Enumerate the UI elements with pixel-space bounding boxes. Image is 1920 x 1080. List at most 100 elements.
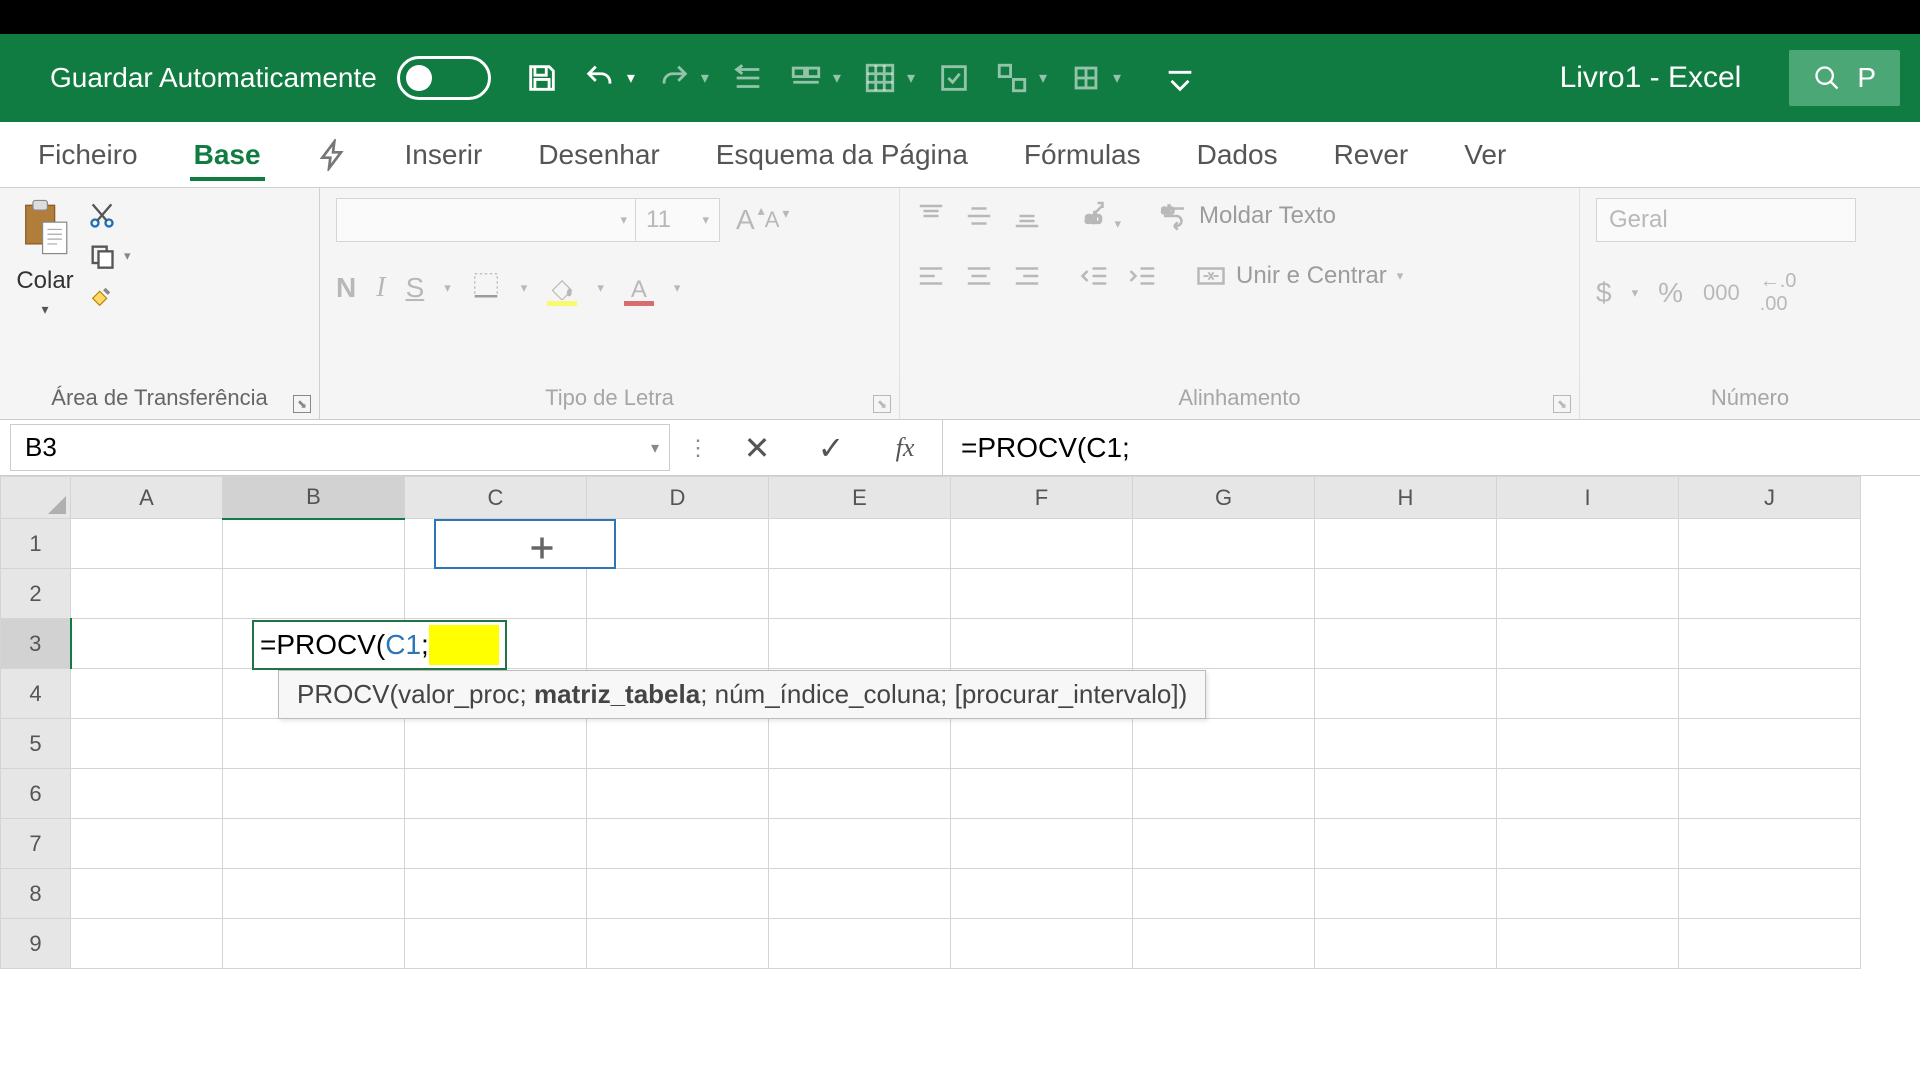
tab-data[interactable]: Dados bbox=[1169, 122, 1306, 187]
function-tooltip[interactable]: PROCV(valor_proc; matriz_tabela; núm_índ… bbox=[278, 670, 1206, 719]
select-all-corner[interactable] bbox=[1, 477, 71, 519]
enter-button[interactable]: ✓ bbox=[794, 420, 868, 475]
decrease-font-icon[interactable]: A▾ bbox=[765, 207, 780, 233]
currency-button[interactable]: $ bbox=[1596, 277, 1612, 309]
tab-draw[interactable]: Desenhar bbox=[510, 122, 687, 187]
percent-button[interactable]: % bbox=[1658, 277, 1683, 309]
underline-dropdown[interactable]: ▾ bbox=[444, 280, 451, 296]
save-icon[interactable] bbox=[517, 53, 567, 103]
tab-insert[interactable]: Inserir bbox=[377, 122, 511, 187]
qat-icon-5[interactable] bbox=[987, 53, 1037, 103]
increase-indent-icon[interactable] bbox=[1128, 261, 1158, 291]
qat-icon-3[interactable] bbox=[855, 53, 905, 103]
tab-home[interactable]: Base bbox=[166, 122, 289, 187]
increase-font-icon[interactable]: A▴ bbox=[736, 204, 755, 236]
col-header-h[interactable]: H bbox=[1315, 477, 1497, 519]
clipboard-launcher-icon[interactable]: ⬊ bbox=[293, 395, 311, 413]
merge-center-button[interactable]: Unir e Centrar ▾ bbox=[1196, 261, 1403, 291]
align-bottom-icon[interactable] bbox=[1012, 201, 1042, 231]
format-painter-button[interactable] bbox=[88, 282, 131, 310]
col-header-b[interactable]: B bbox=[223, 477, 405, 519]
row-header-2[interactable]: 2 bbox=[1, 569, 71, 619]
italic-button[interactable]: I bbox=[376, 272, 385, 304]
search-box[interactable]: P bbox=[1789, 50, 1900, 106]
grid[interactable]: A B C D E F G H I J 1 2 3 4 5 6 7 8 9 =P… bbox=[0, 476, 1920, 969]
tab-view[interactable]: Ver bbox=[1436, 122, 1534, 187]
align-center-icon[interactable] bbox=[964, 261, 994, 291]
borders-icon[interactable] bbox=[471, 270, 501, 305]
col-header-c[interactable]: C bbox=[405, 477, 587, 519]
align-top-icon[interactable] bbox=[916, 201, 946, 231]
qat-dropdown-3[interactable]: ▾ bbox=[907, 68, 915, 88]
number-format-select[interactable]: Geral bbox=[1596, 198, 1856, 242]
copy-dropdown[interactable]: ▾ bbox=[124, 248, 131, 264]
qat-icon-1[interactable] bbox=[723, 53, 773, 103]
increase-decimal-icon[interactable]: ←.0.00 bbox=[1760, 270, 1797, 316]
fx-button[interactable]: fx bbox=[868, 420, 942, 475]
tab-lightning-icon[interactable] bbox=[289, 122, 377, 187]
col-header-j[interactable]: J bbox=[1679, 477, 1861, 519]
row-header-4[interactable]: 4 bbox=[1, 669, 71, 719]
redo-icon[interactable] bbox=[649, 53, 699, 103]
align-right-icon[interactable] bbox=[1012, 261, 1042, 291]
qat-customize-icon[interactable] bbox=[1155, 53, 1205, 103]
col-header-f[interactable]: F bbox=[951, 477, 1133, 519]
fill-color-button[interactable] bbox=[547, 276, 577, 300]
qat-dropdown-6[interactable]: ▾ bbox=[1113, 68, 1121, 88]
qat-icon-2[interactable] bbox=[781, 53, 831, 103]
qat-icon-4[interactable] bbox=[929, 53, 979, 103]
referenced-cell-c1[interactable] bbox=[434, 519, 616, 569]
col-header-e[interactable]: E bbox=[769, 477, 951, 519]
paste-dropdown[interactable]: ▾ bbox=[41, 301, 48, 318]
row-header-7[interactable]: 7 bbox=[1, 819, 71, 869]
comma-button[interactable]: 000 bbox=[1703, 280, 1740, 306]
orientation-button[interactable]: ab ▾ bbox=[1080, 198, 1121, 233]
tab-review[interactable]: Rever bbox=[1306, 122, 1437, 187]
font-launcher-icon[interactable]: ⬊ bbox=[873, 395, 891, 413]
undo-icon[interactable] bbox=[575, 53, 625, 103]
paste-icon[interactable] bbox=[16, 198, 74, 261]
cut-button[interactable] bbox=[88, 202, 131, 230]
font-name-select[interactable]: ▾ bbox=[336, 198, 636, 242]
qat-dropdown-5[interactable]: ▾ bbox=[1039, 68, 1047, 88]
borders-dropdown[interactable]: ▾ bbox=[521, 280, 528, 296]
align-left-icon[interactable] bbox=[916, 261, 946, 291]
autosave-toggle[interactable] bbox=[397, 56, 491, 100]
col-header-i[interactable]: I bbox=[1497, 477, 1679, 519]
col-header-a[interactable]: A bbox=[71, 477, 223, 519]
row-header-9[interactable]: 9 bbox=[1, 919, 71, 969]
row-header-3[interactable]: 3 bbox=[1, 619, 71, 669]
paste-label[interactable]: Colar bbox=[16, 267, 73, 295]
tab-pagelayout[interactable]: Esquema da Página bbox=[688, 122, 996, 187]
tab-formulas[interactable]: Fórmulas bbox=[996, 122, 1169, 187]
undo-dropdown[interactable]: ▾ bbox=[627, 68, 635, 88]
align-middle-icon[interactable] bbox=[964, 201, 994, 231]
formula-input[interactable]: =PROCV(C1; bbox=[942, 420, 1920, 475]
col-header-g[interactable]: G bbox=[1133, 477, 1315, 519]
row-header-8[interactable]: 8 bbox=[1, 869, 71, 919]
alignment-launcher-icon[interactable]: ⬊ bbox=[1553, 395, 1571, 413]
underline-button[interactable]: S bbox=[406, 272, 425, 304]
wrap-text-button[interactable]: ab Moldar Texto bbox=[1159, 201, 1336, 231]
row-header-5[interactable]: 5 bbox=[1, 719, 71, 769]
name-box[interactable]: B3 ▾ bbox=[10, 424, 670, 471]
qat-dropdown-2[interactable]: ▾ bbox=[833, 68, 841, 88]
font-size-select[interactable]: 11▾ bbox=[636, 198, 720, 242]
redo-dropdown[interactable]: ▾ bbox=[701, 68, 709, 88]
active-cell-b3[interactable]: =PROCV(C1; bbox=[252, 620, 507, 670]
fill-color-dropdown[interactable]: ▾ bbox=[597, 280, 604, 296]
row-header-6[interactable]: 6 bbox=[1, 769, 71, 819]
search-placeholder: P bbox=[1857, 62, 1876, 94]
row-header-1[interactable]: 1 bbox=[1, 519, 71, 569]
bold-button[interactable]: N bbox=[336, 272, 356, 304]
font-color-dropdown[interactable]: ▾ bbox=[674, 280, 681, 296]
col-header-d[interactable]: D bbox=[587, 477, 769, 519]
font-color-button[interactable]: A bbox=[624, 276, 654, 300]
qat-icon-6[interactable] bbox=[1061, 53, 1111, 103]
copy-button[interactable]: ▾ bbox=[88, 242, 131, 270]
tab-file[interactable]: Ficheiro bbox=[10, 122, 166, 187]
decrease-indent-icon[interactable] bbox=[1080, 261, 1110, 291]
name-box-dropdown[interactable]: ▾ bbox=[651, 438, 659, 458]
cancel-button[interactable]: ✕ bbox=[720, 420, 794, 475]
currency-dropdown[interactable]: ▾ bbox=[1632, 285, 1639, 301]
